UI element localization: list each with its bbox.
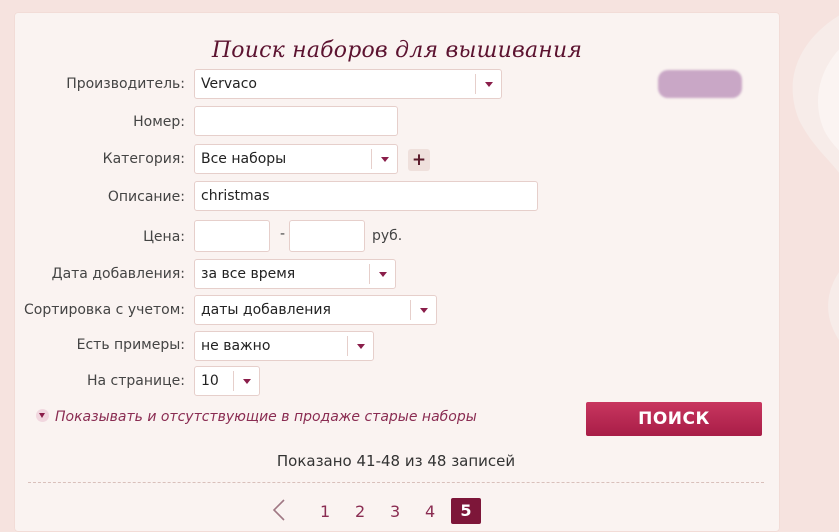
chevron-down-icon (36, 409, 49, 422)
manufacturer-label: Производитель: (66, 76, 185, 92)
chevron-down-icon (410, 300, 436, 320)
page-current[interactable]: 5 (451, 498, 481, 524)
plus-icon: + (411, 150, 427, 170)
chevron-down-icon (371, 149, 397, 169)
divider (28, 482, 764, 483)
page-title: Поиск наборов для вышивания (211, 38, 583, 63)
manufacturer-value: Vervaco (201, 76, 257, 92)
date-added-label: Дата добавления: (51, 266, 185, 282)
page-link-1[interactable]: 1 (320, 502, 330, 521)
description-input[interactable]: christmas (194, 181, 538, 211)
per-page-value: 10 (201, 373, 219, 389)
chevron-down-icon (233, 371, 259, 391)
currency-label: руб. (372, 228, 403, 244)
page-link-4[interactable]: 4 (425, 502, 435, 521)
has-examples-label: Есть примеры: (76, 337, 185, 353)
date-added-select[interactable]: за все время (194, 259, 396, 289)
search-button[interactable]: ПОИСК (586, 402, 762, 436)
chevron-down-icon (475, 74, 501, 94)
price-separator: - (280, 226, 286, 242)
has-examples-select[interactable]: не важно (194, 331, 374, 361)
chevron-left-icon (272, 499, 285, 521)
results-summary: Показано 41-48 из 48 записей (276, 452, 516, 470)
category-value: Все наборы (201, 151, 287, 167)
show-old-sets-toggle[interactable]: Показывать и отсутствующие в продаже ста… (36, 409, 477, 425)
page-link-3[interactable]: 3 (390, 502, 400, 521)
sort-by-label: Сортировка с учетом: (24, 302, 185, 318)
description-label: Описание: (107, 189, 185, 205)
per-page-select[interactable]: 10 (194, 366, 260, 396)
per-page-label: На странице: (87, 373, 185, 389)
number-input[interactable] (194, 106, 398, 136)
category-label: Категория: (102, 151, 185, 167)
chevron-down-icon (347, 336, 373, 356)
has-examples-value: не важно (201, 338, 271, 354)
date-added-value: за все время (201, 266, 296, 282)
price-label: Цена: (143, 229, 185, 245)
blurred-badge (658, 70, 742, 98)
price-to-input[interactable] (289, 220, 365, 252)
page-link-2[interactable]: 2 (355, 502, 365, 521)
manufacturer-select[interactable]: Vervaco (194, 69, 502, 99)
category-select[interactable]: Все наборы (194, 144, 398, 174)
prev-page-button[interactable] (270, 498, 290, 522)
sort-by-value: даты добавления (201, 302, 331, 318)
price-from-input[interactable] (194, 220, 270, 252)
number-label: Номер: (133, 114, 185, 130)
add-category-button[interactable]: + (408, 149, 430, 171)
sort-by-select[interactable]: даты добавления (194, 295, 437, 325)
show-old-sets-label: Показывать и отсутствующие в продаже ста… (55, 409, 477, 425)
chevron-down-icon (369, 264, 395, 284)
